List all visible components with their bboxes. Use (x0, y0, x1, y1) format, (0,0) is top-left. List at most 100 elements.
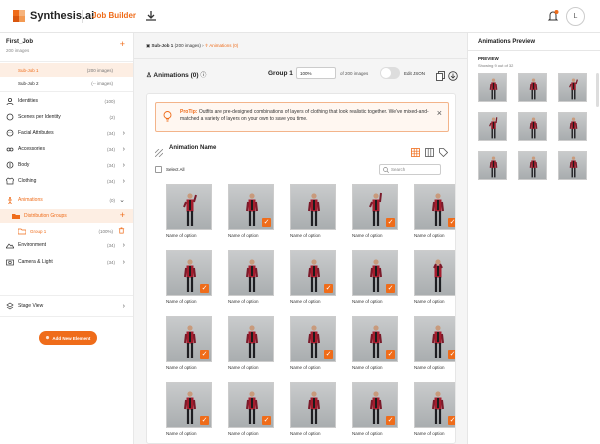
sidebar-item-accessories[interactable]: Accessories (34) › (0, 142, 133, 156)
animation-card[interactable]: Name of option (228, 250, 274, 304)
animation-card[interactable]: ✓ Name of option (290, 250, 336, 304)
sidebar-subjob-1[interactable]: Sub-Job 1 (200 images) (0, 63, 133, 77)
animation-thumbnail[interactable]: ✓ (352, 382, 398, 428)
animation-thumbnail[interactable]: ✓ (352, 184, 398, 230)
preview-thumbnail[interactable] (558, 73, 587, 102)
animation-thumbnail[interactable]: ✓ (352, 316, 398, 362)
preview-thumbnail[interactable] (518, 73, 547, 102)
animation-thumbnail[interactable]: ✓ (166, 382, 212, 428)
preview-thumbnail[interactable] (518, 112, 547, 141)
animation-card[interactable]: Name of option (228, 316, 274, 370)
animation-card[interactable]: ✓ Name of option (414, 184, 455, 238)
copy-icon[interactable] (436, 68, 445, 81)
preview-thumbnail[interactable] (478, 112, 507, 141)
checkmark-icon[interactable]: ✓ (200, 416, 209, 425)
checkmark-icon[interactable]: ✓ (448, 218, 455, 227)
animation-thumbnail[interactable] (290, 382, 336, 428)
sidebar-distribution-groups[interactable]: Distribution Groups + (0, 209, 133, 223)
preview-thumbnail[interactable] (518, 151, 547, 180)
animation-card[interactable]: ✓ Name of option (166, 316, 212, 370)
animation-thumbnail[interactable]: ✓ (290, 316, 336, 362)
checkmark-icon[interactable]: ✓ (386, 218, 395, 227)
sidebar-item-identities[interactable]: Identities (100) (0, 94, 133, 108)
animation-card[interactable]: ✓ Name of option (166, 382, 212, 436)
animation-thumbnail[interactable] (414, 250, 455, 296)
column-view-icon[interactable] (425, 144, 434, 157)
animation-card[interactable]: Name of option (414, 250, 455, 304)
animation-thumbnail[interactable] (228, 250, 274, 296)
animation-card[interactable]: ✓ Name of option (228, 382, 274, 436)
download-icon[interactable] (143, 8, 159, 24)
animation-card[interactable]: ✓ Name of option (352, 184, 398, 238)
checkmark-icon[interactable]: ✓ (200, 284, 209, 293)
preview-thumbnail[interactable] (558, 112, 587, 141)
grid-view-icon[interactable] (411, 144, 420, 157)
select-all[interactable]: Select All (155, 166, 185, 173)
notification-bell-icon[interactable] (546, 9, 560, 23)
select-all-checkbox[interactable] (155, 166, 162, 173)
animation-thumbnail[interactable]: ✓ (414, 316, 455, 362)
animation-card[interactable]: ✓ Name of option (352, 250, 398, 304)
animation-thumbnail[interactable]: ✓ (228, 382, 274, 428)
checkmark-icon[interactable]: ✓ (324, 284, 333, 293)
add-new-element-button[interactable]: ⊕ Add New Element (39, 331, 97, 345)
stage-view-toggle[interactable]: Stage View › (0, 299, 133, 313)
sidebar-item-environment[interactable]: Environment (34) › (0, 238, 133, 252)
checkmark-icon[interactable]: ✓ (386, 284, 395, 293)
animation-thumbnail[interactable]: ✓ (414, 184, 455, 230)
checkmark-icon[interactable]: ✓ (386, 350, 395, 359)
info-icon[interactable]: ⓘ (200, 73, 206, 79)
sidebar-item-animations[interactable]: Animations (0) ⌄ (0, 193, 133, 207)
checkmark-icon[interactable]: ✓ (386, 416, 395, 425)
checkmark-icon[interactable]: ✓ (262, 218, 271, 227)
person-figure (245, 389, 259, 425)
animation-card[interactable]: Name of option (290, 382, 336, 436)
animation-thumbnail[interactable] (166, 184, 212, 230)
animation-thumbnail[interactable] (290, 184, 336, 230)
download-circle-icon[interactable] (448, 68, 458, 81)
checkmark-icon[interactable]: ✓ (448, 350, 455, 359)
sidebar-group-1[interactable]: Group 1 (100%) (0, 224, 133, 238)
animation-card[interactable]: ✓ Name of option (414, 382, 455, 436)
animation-card[interactable]: Name of option (166, 184, 212, 238)
sidebar-subjob-2[interactable]: Sub-Job 2 (-- images) (0, 76, 133, 90)
animation-card[interactable]: ✓ Name of option (414, 316, 455, 370)
preview-thumbnail[interactable] (558, 151, 587, 180)
scrollbar[interactable] (596, 73, 599, 107)
animation-thumbnail[interactable]: ✓ (352, 250, 398, 296)
checkmark-icon[interactable]: ✓ (200, 350, 209, 359)
animation-thumbnail[interactable]: ✓ (290, 250, 336, 296)
group-percent-input[interactable]: 100% (296, 67, 336, 79)
animation-thumbnail[interactable]: ✓ (228, 184, 274, 230)
close-icon[interactable]: × (437, 108, 442, 118)
animation-thumbnail[interactable]: ✓ (166, 250, 212, 296)
animation-card[interactable]: ✓ Name of option (290, 316, 336, 370)
sidebar-item-camera-light[interactable]: Camera & Light (34) › (0, 255, 133, 269)
preview-thumbnail[interactable] (478, 151, 507, 180)
trash-icon[interactable] (118, 227, 125, 236)
animation-thumbnail[interactable]: ✓ (414, 382, 455, 428)
checkmark-icon[interactable]: ✓ (448, 416, 455, 425)
checkmark-icon[interactable]: ✓ (262, 416, 271, 425)
animation-card[interactable]: ✓ Name of option (352, 382, 398, 436)
preview-thumbnail[interactable] (478, 73, 507, 102)
animation-thumbnail[interactable] (228, 316, 274, 362)
add-group-icon[interactable]: + (120, 210, 125, 220)
edit-json-toggle[interactable] (380, 67, 400, 79)
sidebar-item-body[interactable]: Body (34) › (0, 158, 133, 172)
animation-card[interactable]: ✓ Name of option (166, 250, 212, 304)
checkmark-icon[interactable]: ✓ (324, 350, 333, 359)
add-subjob-icon[interactable]: + (120, 39, 125, 49)
breadcrumb-subjob[interactable]: Sub-Job 1 (152, 43, 174, 48)
animation-thumbnail[interactable]: ✓ (166, 316, 212, 362)
sidebar-item-facial-attributes[interactable]: Facial Attributes (34) › (0, 126, 133, 140)
animation-card[interactable]: ✓ Name of option (228, 184, 274, 238)
job-header[interactable]: First_Job 200 images + (0, 33, 133, 61)
user-avatar[interactable]: L (566, 7, 585, 26)
sidebar-item-clothing[interactable]: Clothing (34) › (0, 174, 133, 188)
animation-card[interactable]: ✓ Name of option (352, 316, 398, 370)
animation-card[interactable]: Name of option (290, 184, 336, 238)
tag-icon[interactable] (439, 144, 449, 158)
search-input[interactable]: Search (379, 164, 441, 175)
sidebar-item-scenes[interactable]: Scenes per Identity (2) (0, 110, 133, 124)
